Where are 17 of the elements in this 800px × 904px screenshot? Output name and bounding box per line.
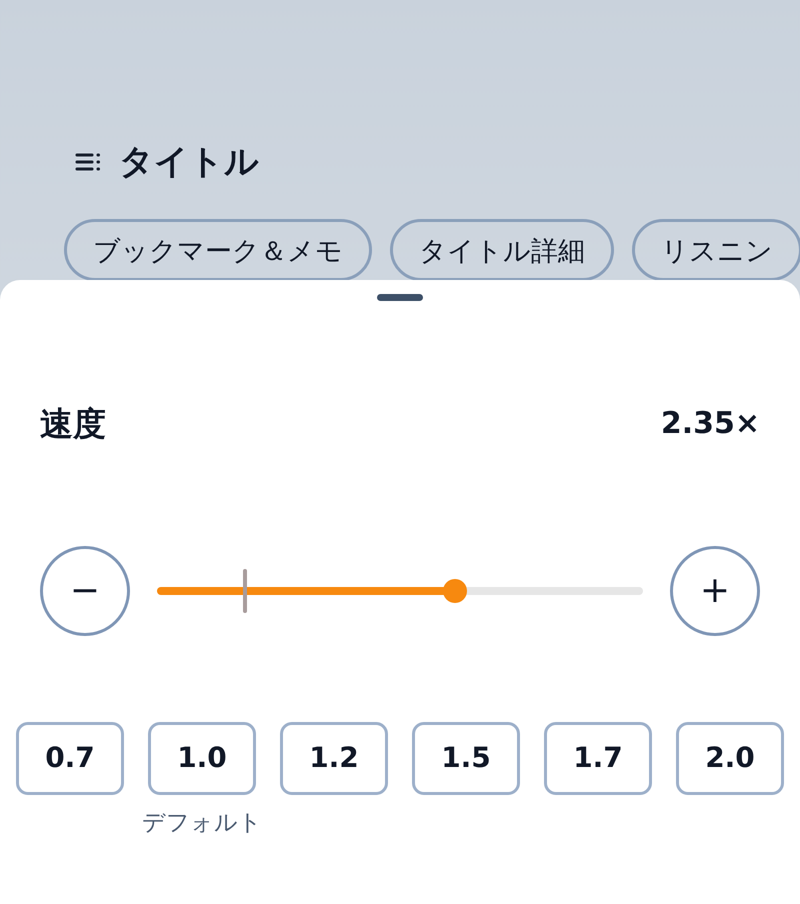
speed-preset-button[interactable]: 1.7 [544, 722, 652, 794]
speed-preset-button[interactable]: 1.5 [412, 722, 520, 794]
menu-icon[interactable] [75, 152, 101, 172]
drag-handle[interactable] [377, 294, 423, 301]
default-note: デフォルト [142, 808, 262, 838]
decrease-button[interactable]: − [40, 546, 130, 636]
slider-thumb[interactable] [442, 578, 467, 602]
speed-preset-button[interactable]: 0.7 [16, 722, 124, 794]
page-title: タイトル [119, 145, 259, 179]
speed-value: 2.35× [660, 405, 760, 444]
speed-label: 速度 [40, 403, 106, 445]
speed-preset-button[interactable]: 1.2 [280, 722, 388, 794]
speed-preset-button[interactable]: 2.0 [676, 722, 784, 794]
speed-slider[interactable] [157, 568, 643, 612]
default-marker [243, 568, 248, 612]
increase-button[interactable]: + [670, 546, 760, 636]
speed-preset-button[interactable]: 1.0 [148, 722, 256, 794]
